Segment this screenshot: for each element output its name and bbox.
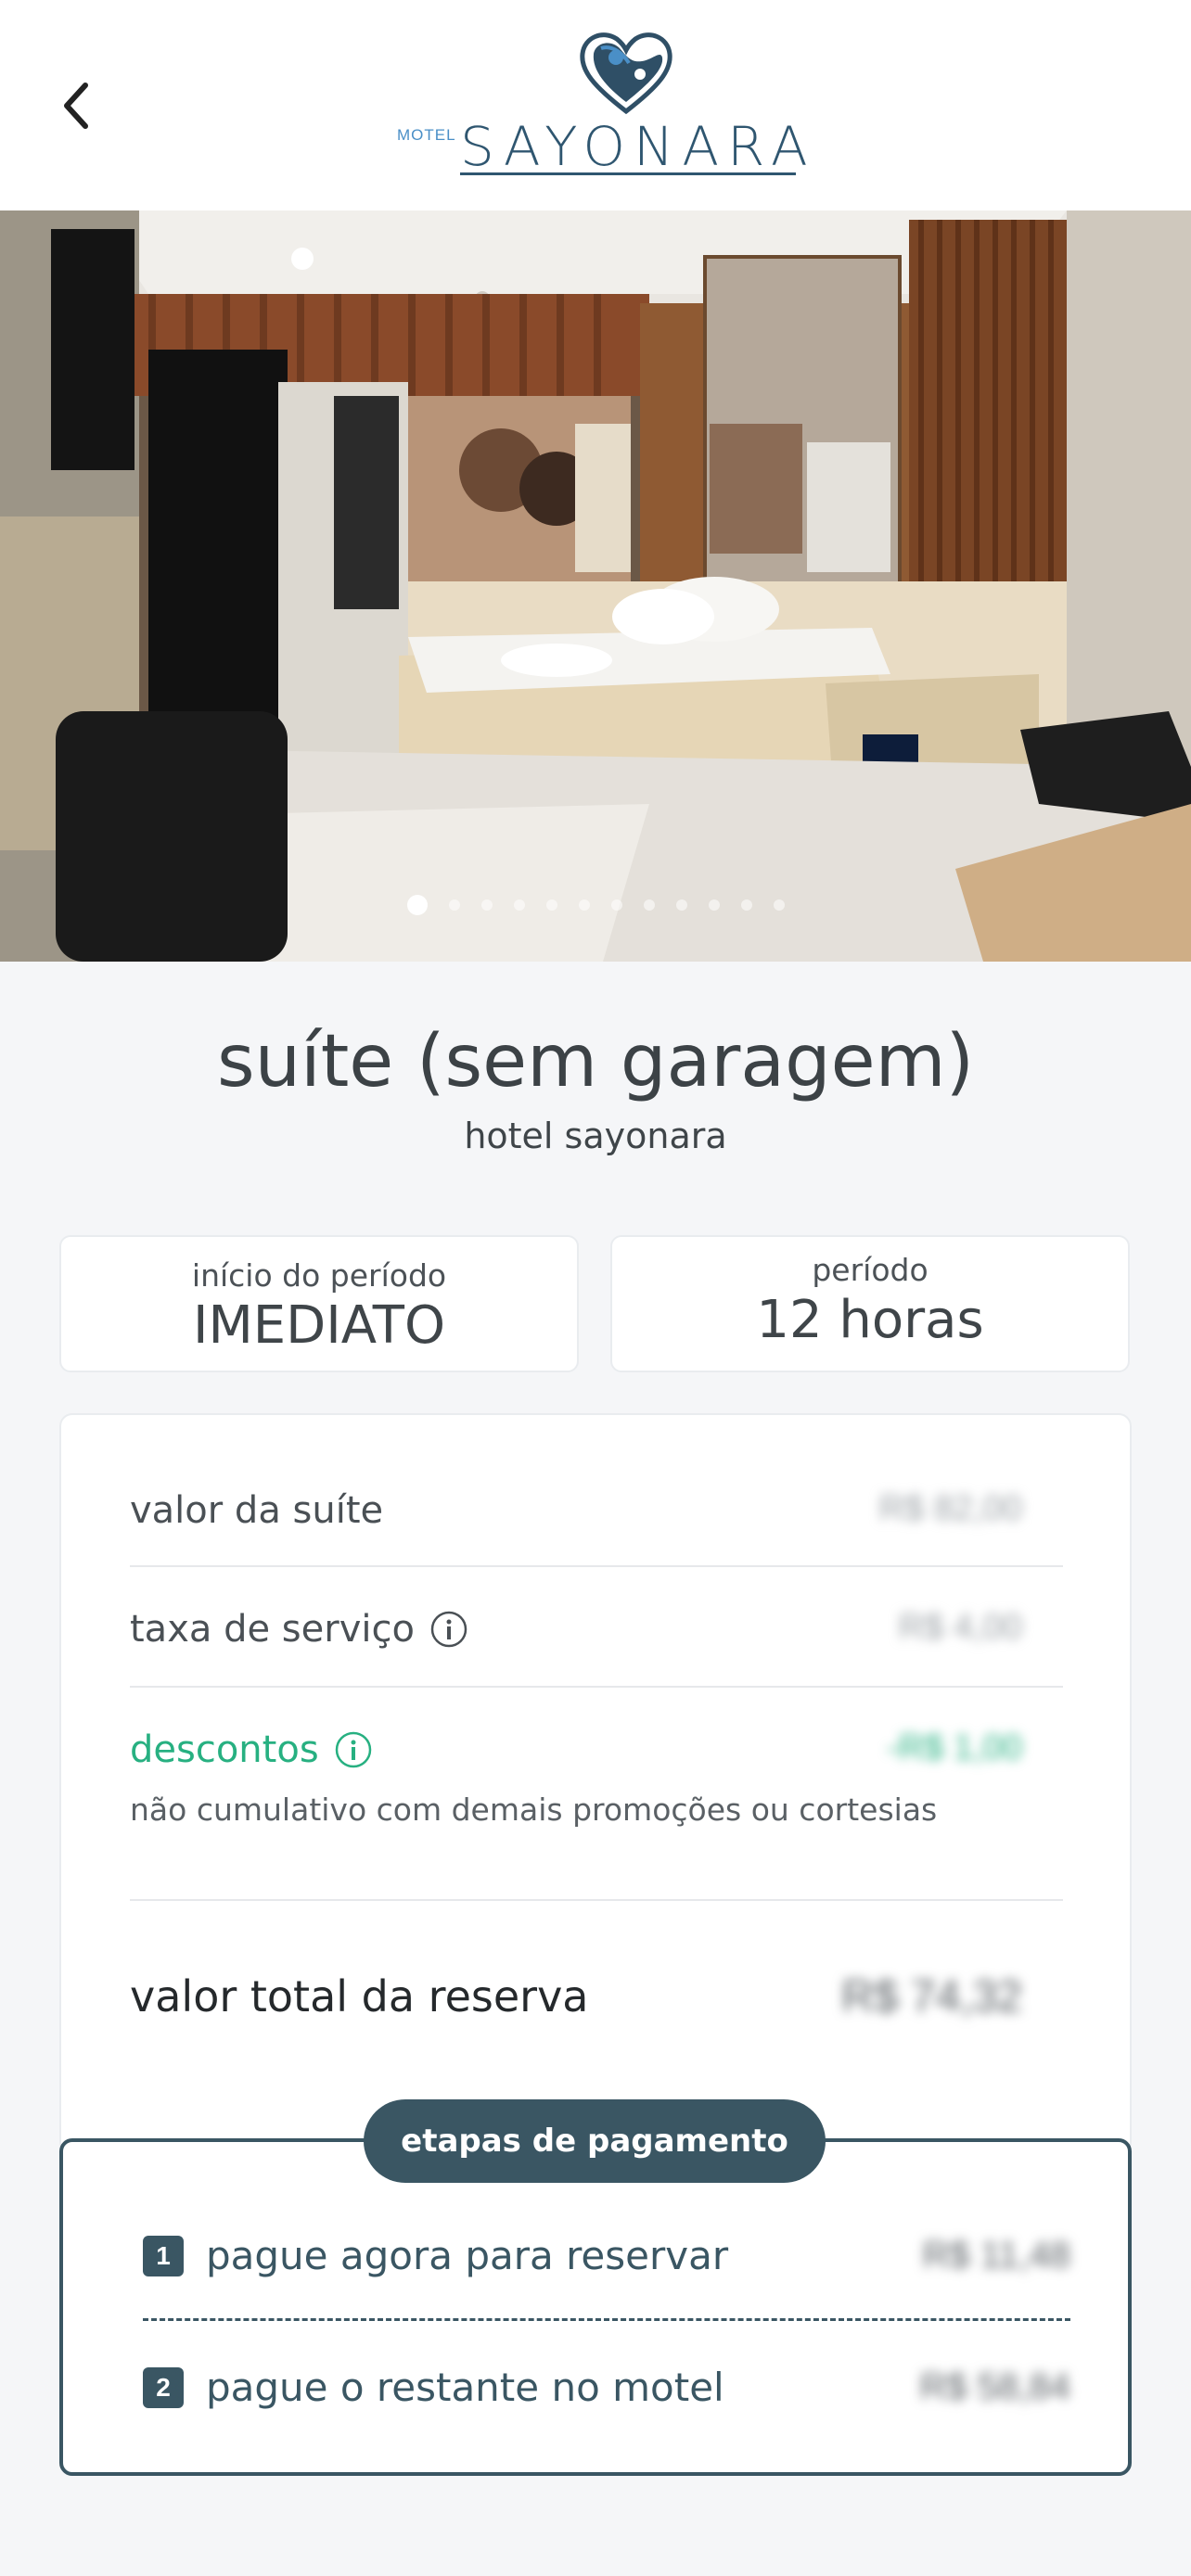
step-number-badge: 2 <box>143 2366 184 2408</box>
dashed-divider <box>143 2318 1070 2321</box>
hotel-name: hotel sayonara <box>464 1116 727 1156</box>
step-label: pague o restante no motel <box>206 2365 724 2410</box>
payment-step-2: 2 pague o restante no motel R$ 58,84 <box>143 2365 1070 2410</box>
carousel-dot[interactable] <box>675 899 687 911</box>
divider <box>130 1565 1063 1567</box>
discount-row: descontos -R$ 1,00 não cumulativo com de… <box>130 1728 1063 1828</box>
service-fee-label: taxa de serviço <box>130 1608 415 1651</box>
suite-room-photo <box>0 210 1191 962</box>
payment-steps-title: etapas de pagamento <box>364 2099 826 2183</box>
total-row: valor total da reserva R$ 74,32 <box>130 1971 1063 2021</box>
carousel-dots <box>0 895 1191 915</box>
service-fee-amount: R$ 4,00 <box>898 1608 1022 1647</box>
carousel-dot[interactable] <box>643 899 655 911</box>
motel-logo: MOTEL SAYONARA <box>397 26 808 184</box>
suite-value-amount: R$ 82,00 <box>878 1489 1022 1528</box>
logo-motel-text: MOTEL <box>397 126 456 144</box>
carousel-dot[interactable] <box>578 899 590 911</box>
step-amount: R$ 11,48 <box>922 2235 1070 2276</box>
carousel-dot[interactable] <box>610 899 622 911</box>
carousel-dot[interactable] <box>545 899 557 911</box>
app-header: MOTEL SAYONARA <box>0 0 1191 210</box>
period-start-label: início do período <box>191 1257 447 1294</box>
discount-label: descontos <box>130 1728 319 1771</box>
carousel-dot[interactable] <box>480 899 493 911</box>
discount-amount: -R$ 1,00 <box>887 1728 1022 1767</box>
logo-underline <box>460 172 796 175</box>
price-summary-card: valor da suíte R$ 82,00 taxa de serviço … <box>59 1413 1132 2155</box>
carousel-dot[interactable] <box>708 899 720 911</box>
step-label: pague agora para reservar <box>206 2233 729 2278</box>
discount-note: não cumulativo com demais promoções ou c… <box>130 1792 938 1828</box>
carousel-dot[interactable] <box>513 899 525 911</box>
carousel-dot[interactable] <box>406 895 428 915</box>
carousel-dot[interactable] <box>740 899 752 911</box>
period-length-card: período 12 horas <box>610 1235 1130 1372</box>
suite-value-row: valor da suíte R$ 82,00 <box>130 1489 1063 1532</box>
suite-title: suíte (sem garagem) <box>216 1020 975 1103</box>
period-start-card: início do período IMEDIATO <box>59 1235 579 1372</box>
payment-step-1: 1 pague agora para reservar R$ 11,48 <box>143 2233 1070 2278</box>
service-fee-row: taxa de serviço R$ 4,00 <box>130 1608 1063 1651</box>
step-amount: R$ 58,84 <box>919 2366 1070 2407</box>
divider <box>130 1686 1063 1688</box>
payment-steps-box: 1 pague agora para reservar R$ 11,48 2 p… <box>59 2138 1132 2476</box>
suite-photo-carousel[interactable] <box>0 210 1191 962</box>
carousel-dot[interactable] <box>448 899 460 911</box>
chevron-left-icon <box>64 83 88 129</box>
step-number-badge: 1 <box>143 2235 184 2276</box>
heart-logo-icon <box>580 32 672 115</box>
info-icon[interactable] <box>334 1730 373 1769</box>
total-amount: R$ 74,32 <box>841 1972 1022 2021</box>
period-start-value: IMEDIATO <box>192 1295 446 1356</box>
logo-brand-name: SAYONARA <box>460 115 816 178</box>
carousel-dot[interactable] <box>773 899 785 911</box>
period-length-value: 12 horas <box>756 1290 984 1350</box>
back-button[interactable] <box>48 69 104 143</box>
divider <box>130 1899 1063 1901</box>
info-icon[interactable] <box>429 1610 468 1649</box>
period-length-label: período <box>812 1252 928 1288</box>
